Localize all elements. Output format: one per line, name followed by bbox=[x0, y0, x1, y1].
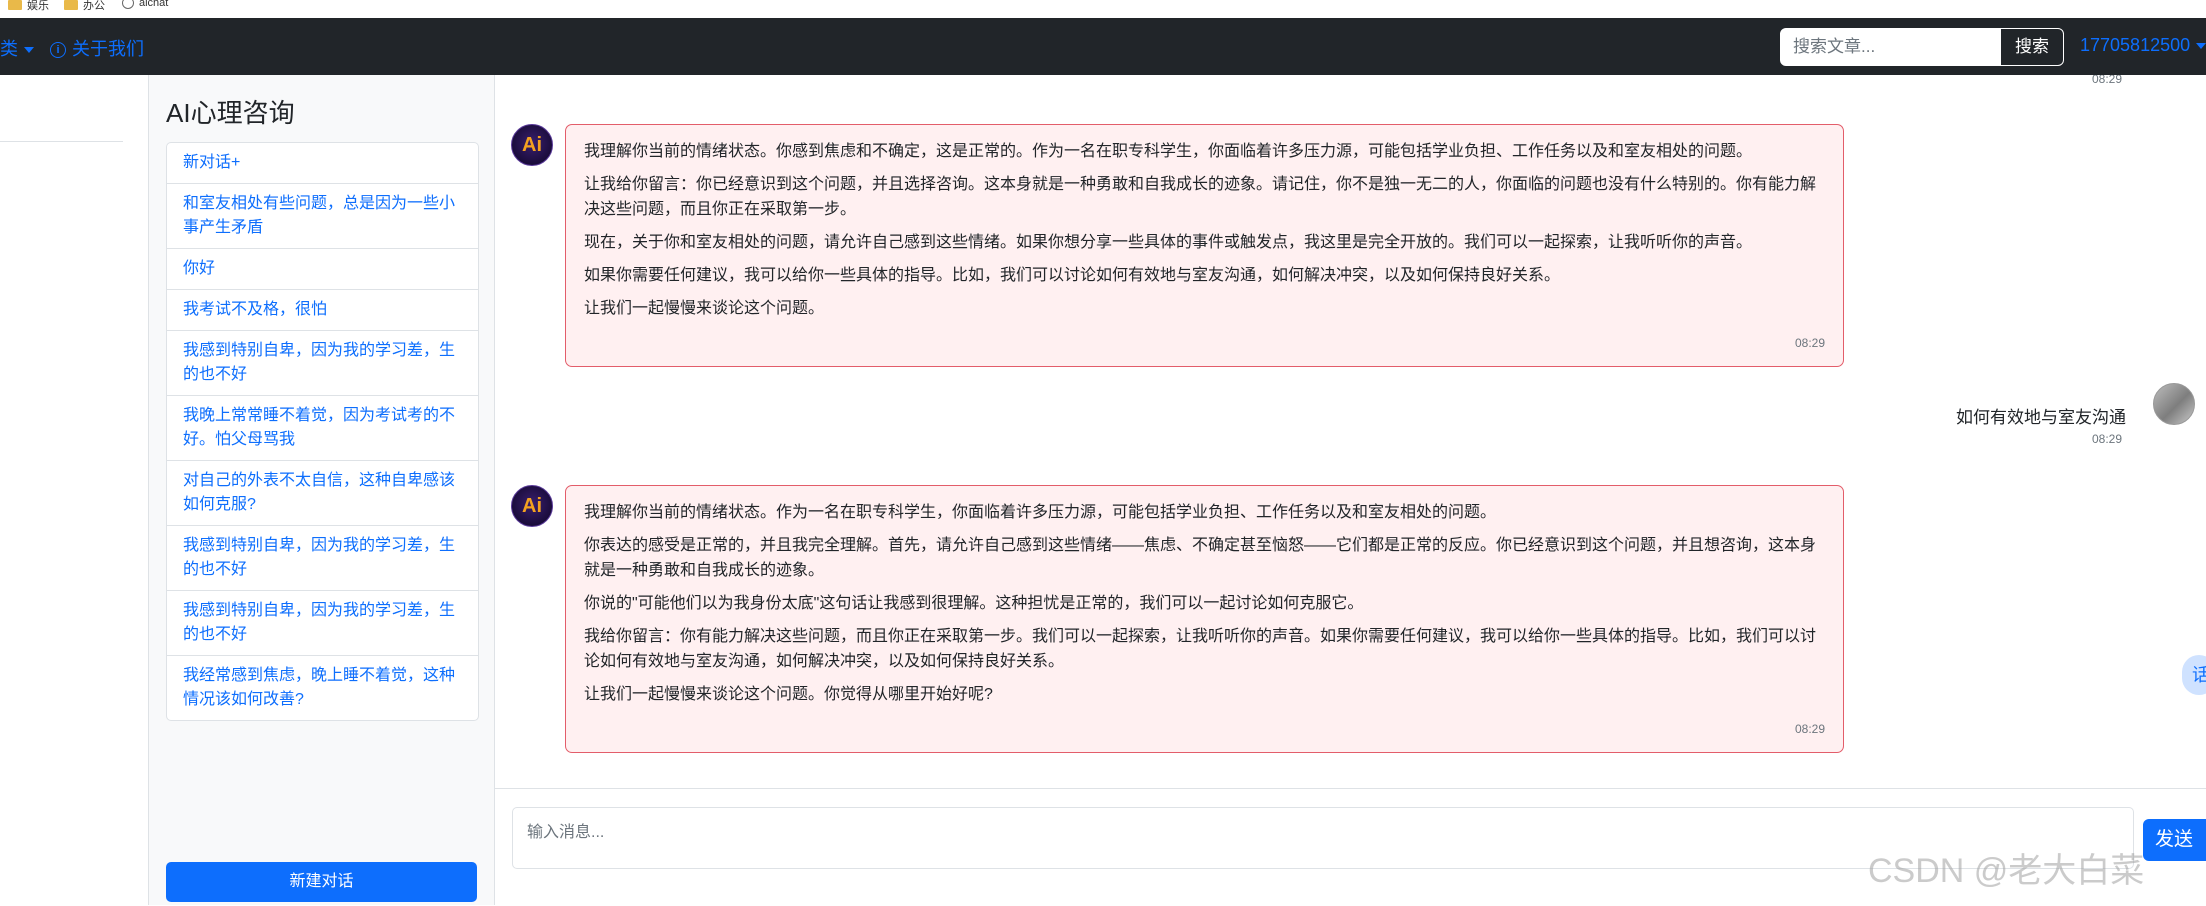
floating-chat-button[interactable]: 话 bbox=[2182, 655, 2206, 695]
message-paragraph: 让我们一起慢慢来谈论这个问题。 bbox=[584, 300, 825, 317]
new-conversation-button[interactable]: 新建对话 bbox=[166, 862, 477, 902]
bookmark-aichat[interactable]: aichat bbox=[122, 0, 168, 9]
conversation-item[interactable]: 我感到特别自卑，因为我的学习差，生的也不好 bbox=[167, 526, 478, 591]
search-button[interactable]: 搜索 bbox=[2000, 28, 2064, 66]
message-timestamp: 08:29 bbox=[1794, 336, 1825, 350]
conversation-item[interactable]: 我晚上常常睡不着觉，因为考试考的不好。怕父母骂我 bbox=[167, 396, 478, 461]
message-paragraph: 我给你留言：你有能力解决这些问题，而且你正在采取第一步。我们可以一起探索，让我听… bbox=[584, 628, 1817, 670]
message-paragraph: 让我给你留言：你已经意识到这个问题，并且选择咨询。这本身就是一种勇敢和自我成长的… bbox=[584, 176, 1817, 218]
conversation-item[interactable]: 你好 bbox=[167, 249, 478, 290]
send-button[interactable]: 发送 bbox=[2143, 819, 2206, 861]
message-paragraph: 你说的"可能他们以为我身份太底"这句话让我感到很理解。这种担忧是正常的，我们可以… bbox=[584, 595, 1364, 612]
chevron-down-icon bbox=[24, 47, 34, 54]
message-timestamp: 08:29 bbox=[1794, 722, 1825, 736]
user-message: 如何有效地与室友沟通 bbox=[1956, 408, 2126, 427]
top-navbar: 类 i 关于我们 搜索文章... 搜索 17705812500 bbox=[0, 18, 2206, 75]
bookmark-label: 办公 bbox=[83, 0, 105, 12]
message-paragraph: 让我们一起慢慢来谈论这个问题。你觉得从哪里开始好呢? bbox=[584, 686, 993, 703]
about-link[interactable]: i 关于我们 bbox=[50, 35, 144, 61]
watermark: CSDN @老大白菜 bbox=[1868, 852, 2145, 890]
category-label: 类 bbox=[0, 39, 18, 59]
conversation-list: 新对话+ 和室友相处有些问题，总是因为一些小事产生矛盾 你好 我考试不及格，很怕… bbox=[166, 142, 479, 721]
user-label: 17705812500 bbox=[2080, 35, 2191, 55]
user-dropdown[interactable]: 17705812500 bbox=[2080, 35, 2206, 56]
message-timestamp: 08:29 bbox=[2092, 75, 2123, 86]
conversation-item[interactable]: 我感到特别自卑，因为我的学习差，生的也不好 bbox=[167, 331, 478, 396]
conversation-item[interactable]: 我感到特别自卑，因为我的学习差，生的也不好 bbox=[167, 591, 478, 656]
search-input[interactable]: 搜索文章... bbox=[1780, 28, 2000, 66]
message-paragraph: 我理解你当前的情绪状态。作为一名在职专科学生，你面临着许多压力源，可能包括学业负… bbox=[584, 504, 1497, 521]
bookmark-label: aichat bbox=[139, 0, 169, 9]
message-paragraph: 我理解你当前的情绪状态。你感到焦虑和不确定，这是正常的。作为一名在职专科学生，你… bbox=[584, 143, 1753, 160]
bookmark-office[interactable]: 办公 bbox=[64, 0, 105, 13]
folder-icon bbox=[8, 0, 22, 10]
globe-icon bbox=[122, 0, 134, 9]
divider bbox=[0, 141, 123, 142]
ai-avatar: Ai bbox=[511, 485, 553, 527]
new-conversation-item[interactable]: 新对话+ bbox=[167, 143, 478, 184]
bookmarks-bar: 娱乐 办公 aichat bbox=[0, 0, 2206, 19]
folder-icon bbox=[64, 0, 78, 10]
user-avatar bbox=[2153, 383, 2195, 425]
message-paragraph: 如果你需要任何建议，我可以给你一些具体的指导。比如，我们可以讨论如何有效地与室友… bbox=[584, 267, 1561, 284]
chevron-down-icon bbox=[2196, 43, 2206, 50]
message-timestamp: 08:29 bbox=[2092, 432, 2123, 446]
left-panel bbox=[0, 75, 149, 905]
conversation-item[interactable]: 和室友相处有些问题，总是因为一些小事产生矛盾 bbox=[167, 184, 478, 249]
ai-message-bubble: 我理解你当前的情绪状态。作为一名在职专科学生，你面临着许多压力源，可能包括学业负… bbox=[565, 485, 1844, 753]
category-dropdown[interactable]: 类 bbox=[0, 35, 34, 61]
conversation-sidebar: AI心理咨询 新对话+ 和室友相处有些问题，总是因为一些小事产生矛盾 你好 我考… bbox=[149, 75, 495, 905]
chat-messages[interactable]: 08:29 Ai 我理解你当前的情绪状态。你感到焦虑和不确定，这是正常的。作为一… bbox=[495, 75, 2206, 788]
about-label: 关于我们 bbox=[72, 39, 144, 59]
bookmark-label: 娱乐 bbox=[27, 0, 49, 12]
conversation-item[interactable]: 我考试不及格，很怕 bbox=[167, 290, 478, 331]
info-icon: i bbox=[50, 42, 66, 59]
bookmark-entertainment[interactable]: 娱乐 bbox=[8, 0, 49, 13]
conversation-item[interactable]: 对自己的外表不太自信，这种自卑感该如何克服? bbox=[167, 461, 478, 526]
message-paragraph: 你表达的感受是正常的，并且我完全理解。首先，请允许自己感到这些情绪——焦虑、不确… bbox=[584, 537, 1817, 579]
ai-avatar: Ai bbox=[511, 124, 553, 166]
conversation-item[interactable]: 我经常感到焦虑，晚上睡不着觉，这种情况该如何改善? bbox=[167, 656, 478, 720]
message-paragraph: 现在，关于你和室友相处的问题，请允许自己感到这些情绪。如果你想分享一些具体的事件… bbox=[584, 234, 1753, 251]
sidebar-title: AI心理咨询 bbox=[166, 98, 295, 128]
ai-message-bubble: 我理解你当前的情绪状态。你感到焦虑和不确定，这是正常的。作为一名在职专科学生，你… bbox=[565, 124, 1844, 367]
